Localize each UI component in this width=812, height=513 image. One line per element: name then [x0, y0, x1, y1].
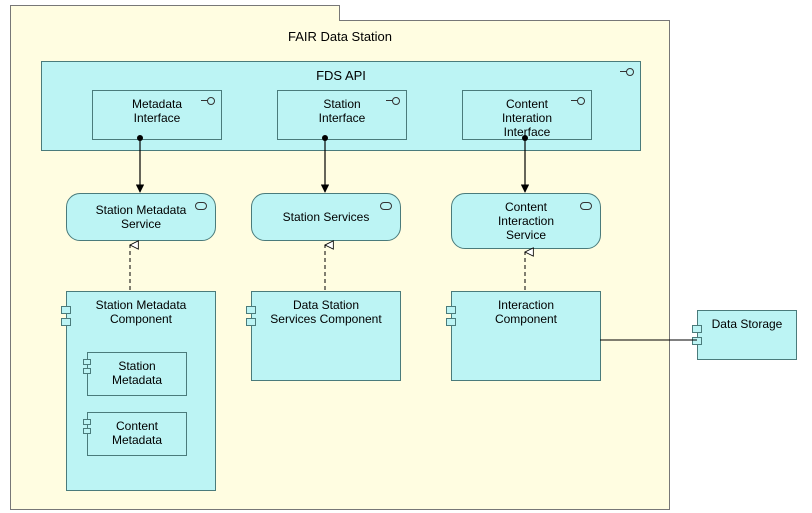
content-metadata-inner: ContentMetadata [87, 412, 187, 456]
provided-interface-icon [201, 97, 215, 105]
api-title: FDS API [42, 68, 640, 83]
content-metadata-inner-label: ContentMetadata [112, 419, 162, 447]
component-lugs-icon [61, 306, 71, 330]
component-lugs-icon [692, 325, 702, 349]
content-interaction-interface: ContentInterationInterface [462, 90, 592, 140]
provided-interface-icon [620, 68, 634, 76]
fair-data-station-package: FAIR Data Station FDS API MetadataInterf… [10, 20, 670, 510]
station-metadata-inner-label: StationMetadata [112, 359, 162, 387]
station-interface-label: StationInterface [319, 97, 366, 125]
package-tab [10, 5, 340, 21]
service-icon [380, 202, 392, 210]
content-interaction-service: ContentInteractionService [451, 193, 601, 249]
fds-api-box: FDS API MetadataInterface StationInterfa… [41, 61, 641, 151]
station-metadata-inner: StationMetadata [87, 352, 187, 396]
data-storage-label: Data Storage [712, 317, 783, 331]
metadata-interface-label: MetadataInterface [132, 97, 182, 125]
component-lugs-icon [246, 306, 256, 330]
station-metadata-service-label: Station MetadataService [96, 203, 187, 231]
station-services-label: Station Services [283, 210, 370, 224]
package-title: FAIR Data Station [11, 29, 669, 44]
station-metadata-component: Station MetadataComponent StationMetadat… [66, 291, 216, 491]
station-interface: StationInterface [277, 90, 407, 140]
interaction-component: InteractionComponent [451, 291, 601, 381]
component-lugs-icon [83, 359, 91, 377]
component-lugs-icon [446, 306, 456, 330]
interaction-component-label: InteractionComponent [495, 298, 557, 326]
station-metadata-service: Station MetadataService [66, 193, 216, 241]
station-metadata-component-label: Station MetadataComponent [96, 298, 187, 326]
provided-interface-icon [386, 97, 400, 105]
service-icon [195, 202, 207, 210]
data-storage-component: Data Storage [697, 310, 797, 360]
content-interaction-interface-label: ContentInterationInterface [502, 97, 552, 139]
station-services: Station Services [251, 193, 401, 241]
provided-interface-icon [571, 97, 585, 105]
component-lugs-icon [83, 419, 91, 437]
service-icon [580, 202, 592, 210]
data-station-services-component: Data StationServices Component [251, 291, 401, 381]
metadata-interface: MetadataInterface [92, 90, 222, 140]
content-interaction-service-label: ContentInteractionService [498, 200, 554, 242]
data-station-services-component-label: Data StationServices Component [270, 298, 381, 326]
